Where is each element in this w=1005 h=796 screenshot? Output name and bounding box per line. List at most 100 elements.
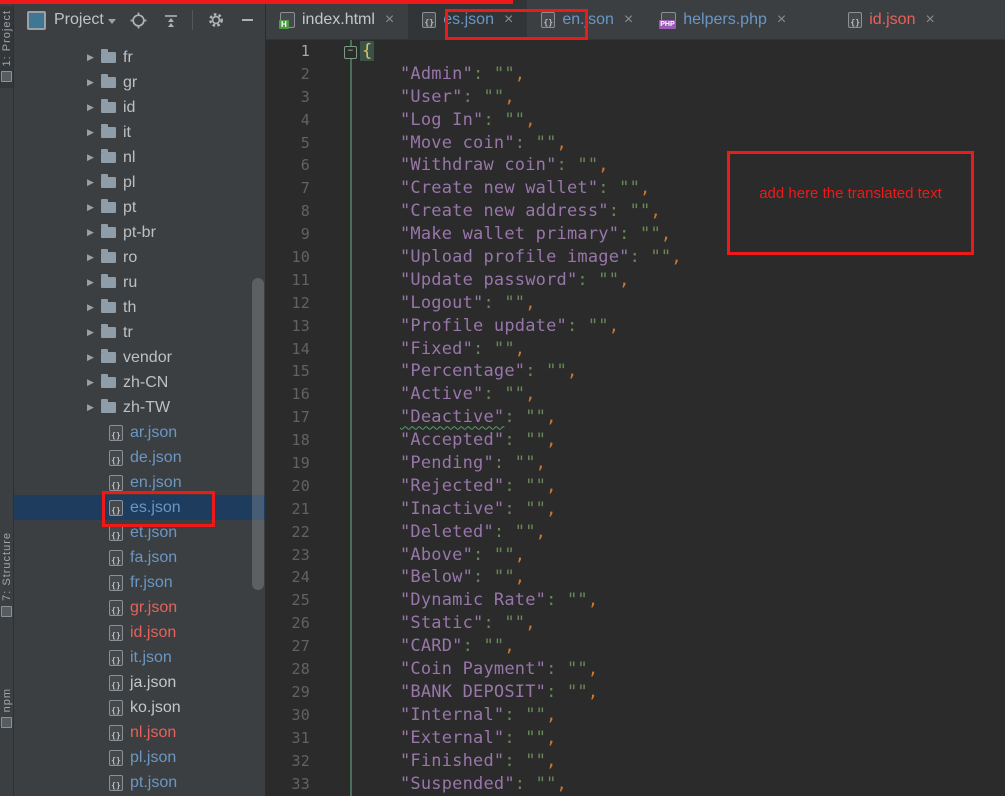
json-file-icon: {} <box>109 725 123 741</box>
chevron-right-icon[interactable]: ▶ <box>87 227 101 238</box>
tree-scrollbar-thumb[interactable] <box>252 278 264 590</box>
line-number: 27 <box>266 635 310 658</box>
close-tab-icon[interactable]: × <box>925 11 934 29</box>
json-key: "Upload profile image" <box>400 247 630 267</box>
tree-folder-it[interactable]: ▶it <box>13 120 265 145</box>
json-colon: : <box>504 751 514 771</box>
json-colon: : <box>546 659 556 679</box>
tree-folder-zh-CN[interactable]: ▶zh-CN <box>13 370 265 395</box>
stripe-button-project[interactable]: 1: Project <box>0 6 13 88</box>
tab-helpers.php[interactable]: PHPhelpers.php× <box>647 0 800 39</box>
code-line: 25"Dynamic Rate": "", <box>266 589 1005 612</box>
line-content: "Deleted": "", <box>310 521 546 544</box>
tree-folder-id[interactable]: ▶id <box>13 95 265 120</box>
tree-folder-vendor[interactable]: ▶vendor <box>13 345 265 370</box>
json-key: "CARD" <box>400 636 463 656</box>
tree-folder-nl[interactable]: ▶nl <box>13 145 265 170</box>
code-line: 27"CARD": "", <box>266 635 1005 658</box>
tab-es.json[interactable]: {}es.json× <box>408 0 527 39</box>
tree-folder-tr[interactable]: ▶tr <box>13 320 265 345</box>
tree-file-fa.json[interactable]: {}fa.json <box>13 545 265 570</box>
tree-folder-fr[interactable]: ▶fr <box>13 45 265 70</box>
folder-icon <box>101 202 116 213</box>
project-panel-title[interactable]: Project <box>54 11 104 29</box>
tree-file-ja.json[interactable]: {}ja.json <box>13 670 265 695</box>
tree-item-label: es.json <box>130 499 181 517</box>
json-colon: : <box>463 87 473 107</box>
editor-pane[interactable]: − 1{2"Admin": "",3"User": "",4"Log In": … <box>266 40 1005 796</box>
close-tab-icon[interactable]: × <box>777 11 786 29</box>
line-number: 7 <box>266 177 310 200</box>
tree-folder-gr[interactable]: ▶gr <box>13 70 265 95</box>
close-tab-icon[interactable]: × <box>385 11 394 29</box>
tree-file-pl.json[interactable]: {}pl.json <box>13 745 265 770</box>
hide-panel-icon[interactable] <box>239 11 257 29</box>
chevron-right-icon[interactable]: ▶ <box>87 302 101 313</box>
tree-item-label: ko.json <box>130 699 181 717</box>
chevron-right-icon[interactable]: ▶ <box>87 127 101 138</box>
stripe-button-npm[interactable]: npm <box>0 688 13 728</box>
close-tab-icon[interactable]: × <box>504 11 513 29</box>
tree-item-label: en.json <box>130 474 182 492</box>
tree-file-ko.json[interactable]: {}ko.json <box>13 695 265 720</box>
json-colon: : <box>483 293 493 313</box>
chevron-down-icon[interactable] <box>108 19 116 24</box>
chevron-right-icon[interactable]: ▶ <box>87 177 101 188</box>
json-comma: , <box>640 178 650 198</box>
tree-file-de.json[interactable]: {}de.json <box>13 445 265 470</box>
tree-file-en.json[interactable]: {}en.json <box>13 470 265 495</box>
tree-file-it.json[interactable]: {}it.json <box>13 645 265 670</box>
chevron-right-icon[interactable]: ▶ <box>87 352 101 363</box>
tab-id.json[interactable]: {}id.json× <box>834 0 949 39</box>
json-comma: , <box>619 270 629 290</box>
json-key: "Percentage" <box>400 361 525 381</box>
tree-folder-pl[interactable]: ▶pl <box>13 170 265 195</box>
tree-folder-th[interactable]: ▶th <box>13 295 265 320</box>
json-empty-value: "" <box>567 682 588 702</box>
line-content: "Update password": "", <box>310 269 630 292</box>
chevron-right-icon[interactable]: ▶ <box>87 327 101 338</box>
tree-folder-ro[interactable]: ▶ro <box>13 245 265 270</box>
locate-file-icon[interactable] <box>130 11 148 29</box>
tree-file-id.json[interactable]: {}id.json <box>13 620 265 645</box>
tree-file-fr.json[interactable]: {}fr.json <box>13 570 265 595</box>
collapse-all-icon[interactable] <box>162 11 180 29</box>
chevron-right-icon[interactable]: ▶ <box>87 77 101 88</box>
tree-folder-zh-TW[interactable]: ▶zh-TW <box>13 395 265 420</box>
chevron-right-icon[interactable]: ▶ <box>87 377 101 388</box>
chevron-right-icon[interactable]: ▶ <box>87 277 101 288</box>
chevron-right-icon[interactable]: ▶ <box>87 202 101 213</box>
folder-icon <box>101 402 116 413</box>
tree-file-et.json[interactable]: {}et.json <box>13 520 265 545</box>
json-colon: : <box>483 613 493 633</box>
code-line: 8"Create new address": "", <box>266 200 1005 223</box>
chevron-right-icon[interactable]: ▶ <box>87 152 101 163</box>
settings-gear-icon[interactable] <box>207 11 225 29</box>
close-tab-icon[interactable]: × <box>624 11 633 29</box>
json-empty-value: "" <box>515 453 536 473</box>
chevron-right-icon[interactable]: ▶ <box>87 402 101 413</box>
tab-en.json[interactable]: {}en.json× <box>527 0 647 39</box>
tree-folder-pt[interactable]: ▶pt <box>13 195 265 220</box>
json-comma: , <box>525 384 535 404</box>
tree-folder-ru[interactable]: ▶ru <box>13 270 265 295</box>
tree-folder-pt-br[interactable]: ▶pt-br <box>13 220 265 245</box>
json-empty-value: "" <box>567 590 588 610</box>
chevron-right-icon[interactable]: ▶ <box>87 52 101 63</box>
chevron-right-icon[interactable]: ▶ <box>87 252 101 263</box>
stripe-button-structure[interactable]: 7: Structure <box>0 532 13 617</box>
json-empty-value: "" <box>525 499 546 519</box>
tree-file-ar.json[interactable]: {}ar.json <box>13 420 265 445</box>
chevron-right-icon[interactable]: ▶ <box>87 102 101 113</box>
tree-file-nl.json[interactable]: {} nl.json <box>13 720 265 745</box>
line-number: 32 <box>266 750 310 773</box>
editor-tab-bar: Hindex.html×{}es.json×{}en.json×PHPhelpe… <box>266 0 1005 40</box>
tree-file-es.json[interactable]: {}es.json <box>13 495 265 520</box>
tree-item-label: nl.json <box>130 724 176 742</box>
tree-file-gr.json[interactable]: {}gr.json <box>13 595 265 620</box>
tab-index.html[interactable]: Hindex.html× <box>266 0 408 39</box>
tree-file-pt.json[interactable]: {}pt.json <box>13 770 265 795</box>
json-key: "Create new address" <box>400 201 609 221</box>
line-content: "Log In": "", <box>310 109 536 132</box>
fold-toggle-icon[interactable]: − <box>344 46 357 59</box>
